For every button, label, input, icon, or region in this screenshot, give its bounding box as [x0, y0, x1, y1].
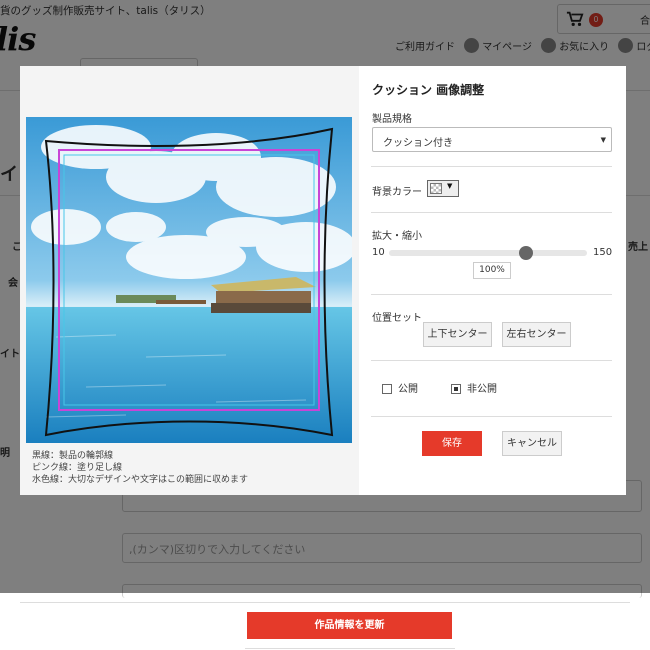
- divider: [245, 648, 455, 649]
- update-artwork-button[interactable]: 作品情報を更新: [247, 612, 452, 639]
- settings-panel: クッション 画像調整 製品規格 クッション付き ▼ 背景カラー ▼ 拡大・縮小 …: [371, 66, 612, 495]
- guide-legend: 黒線：製品の輪郭線 ピンク線：塗り足し線 水色線：大切なデザインや文字はこの範囲…: [32, 450, 248, 486]
- preview-area: 黒線：製品の輪郭線 ピンク線：塗り足し線 水色線：大切なデザインや文字はこの範囲…: [20, 66, 359, 495]
- divider: [371, 212, 612, 213]
- spec-label: 製品規格: [372, 114, 412, 125]
- divider: [371, 360, 612, 361]
- divider: [371, 416, 612, 417]
- horizontal-center-button[interactable]: 左右センター: [502, 322, 571, 347]
- divider: [20, 602, 630, 603]
- public-checkbox[interactable]: [382, 384, 392, 394]
- divider: [371, 294, 612, 295]
- legend-black-line: 黒線：製品の輪郭線: [32, 451, 114, 461]
- spec-select[interactable]: クッション付き ▼: [372, 127, 612, 152]
- spec-select-value: クッション付き: [383, 138, 453, 149]
- scale-slider-thumb[interactable]: [518, 246, 533, 260]
- save-button[interactable]: 保存: [422, 431, 482, 456]
- cancel-button[interactable]: キャンセル: [502, 431, 562, 456]
- private-option[interactable]: 非公開: [451, 380, 497, 395]
- private-label: 非公開: [467, 384, 497, 395]
- legend-pink-line: ピンク線：塗り足し線: [32, 463, 123, 473]
- private-checkbox[interactable]: [451, 384, 461, 394]
- cushion-preview[interactable]: [26, 117, 352, 443]
- legend-cyan-line: 水色線：大切なデザインや文字はこの範囲に収めます: [32, 475, 249, 485]
- bg-color-label: 背景カラー: [372, 187, 422, 198]
- scale-max: 150: [593, 247, 613, 258]
- position-label: 位置セット: [372, 313, 422, 324]
- public-label: 公開: [398, 384, 418, 395]
- modal-title: クッション 画像調整: [372, 83, 485, 97]
- chevron-down-icon: ▼: [600, 136, 606, 144]
- divider: [371, 166, 612, 167]
- public-option[interactable]: 公開: [382, 380, 418, 395]
- bg-color-picker[interactable]: ▼: [427, 180, 459, 197]
- vertical-center-button[interactable]: 上下センター: [423, 322, 492, 347]
- scale-min: 10: [372, 247, 385, 258]
- checker-pattern-icon: [430, 183, 442, 194]
- scale-value: 100%: [473, 262, 511, 279]
- scale-slider-track[interactable]: [389, 250, 587, 256]
- caret-down-icon: ▼: [447, 182, 453, 190]
- scale-label: 拡大・縮小: [372, 231, 422, 242]
- image-adjust-modal: 黒線：製品の輪郭線 ピンク線：塗り足し線 水色線：大切なデザインや文字はこの範囲…: [20, 66, 626, 495]
